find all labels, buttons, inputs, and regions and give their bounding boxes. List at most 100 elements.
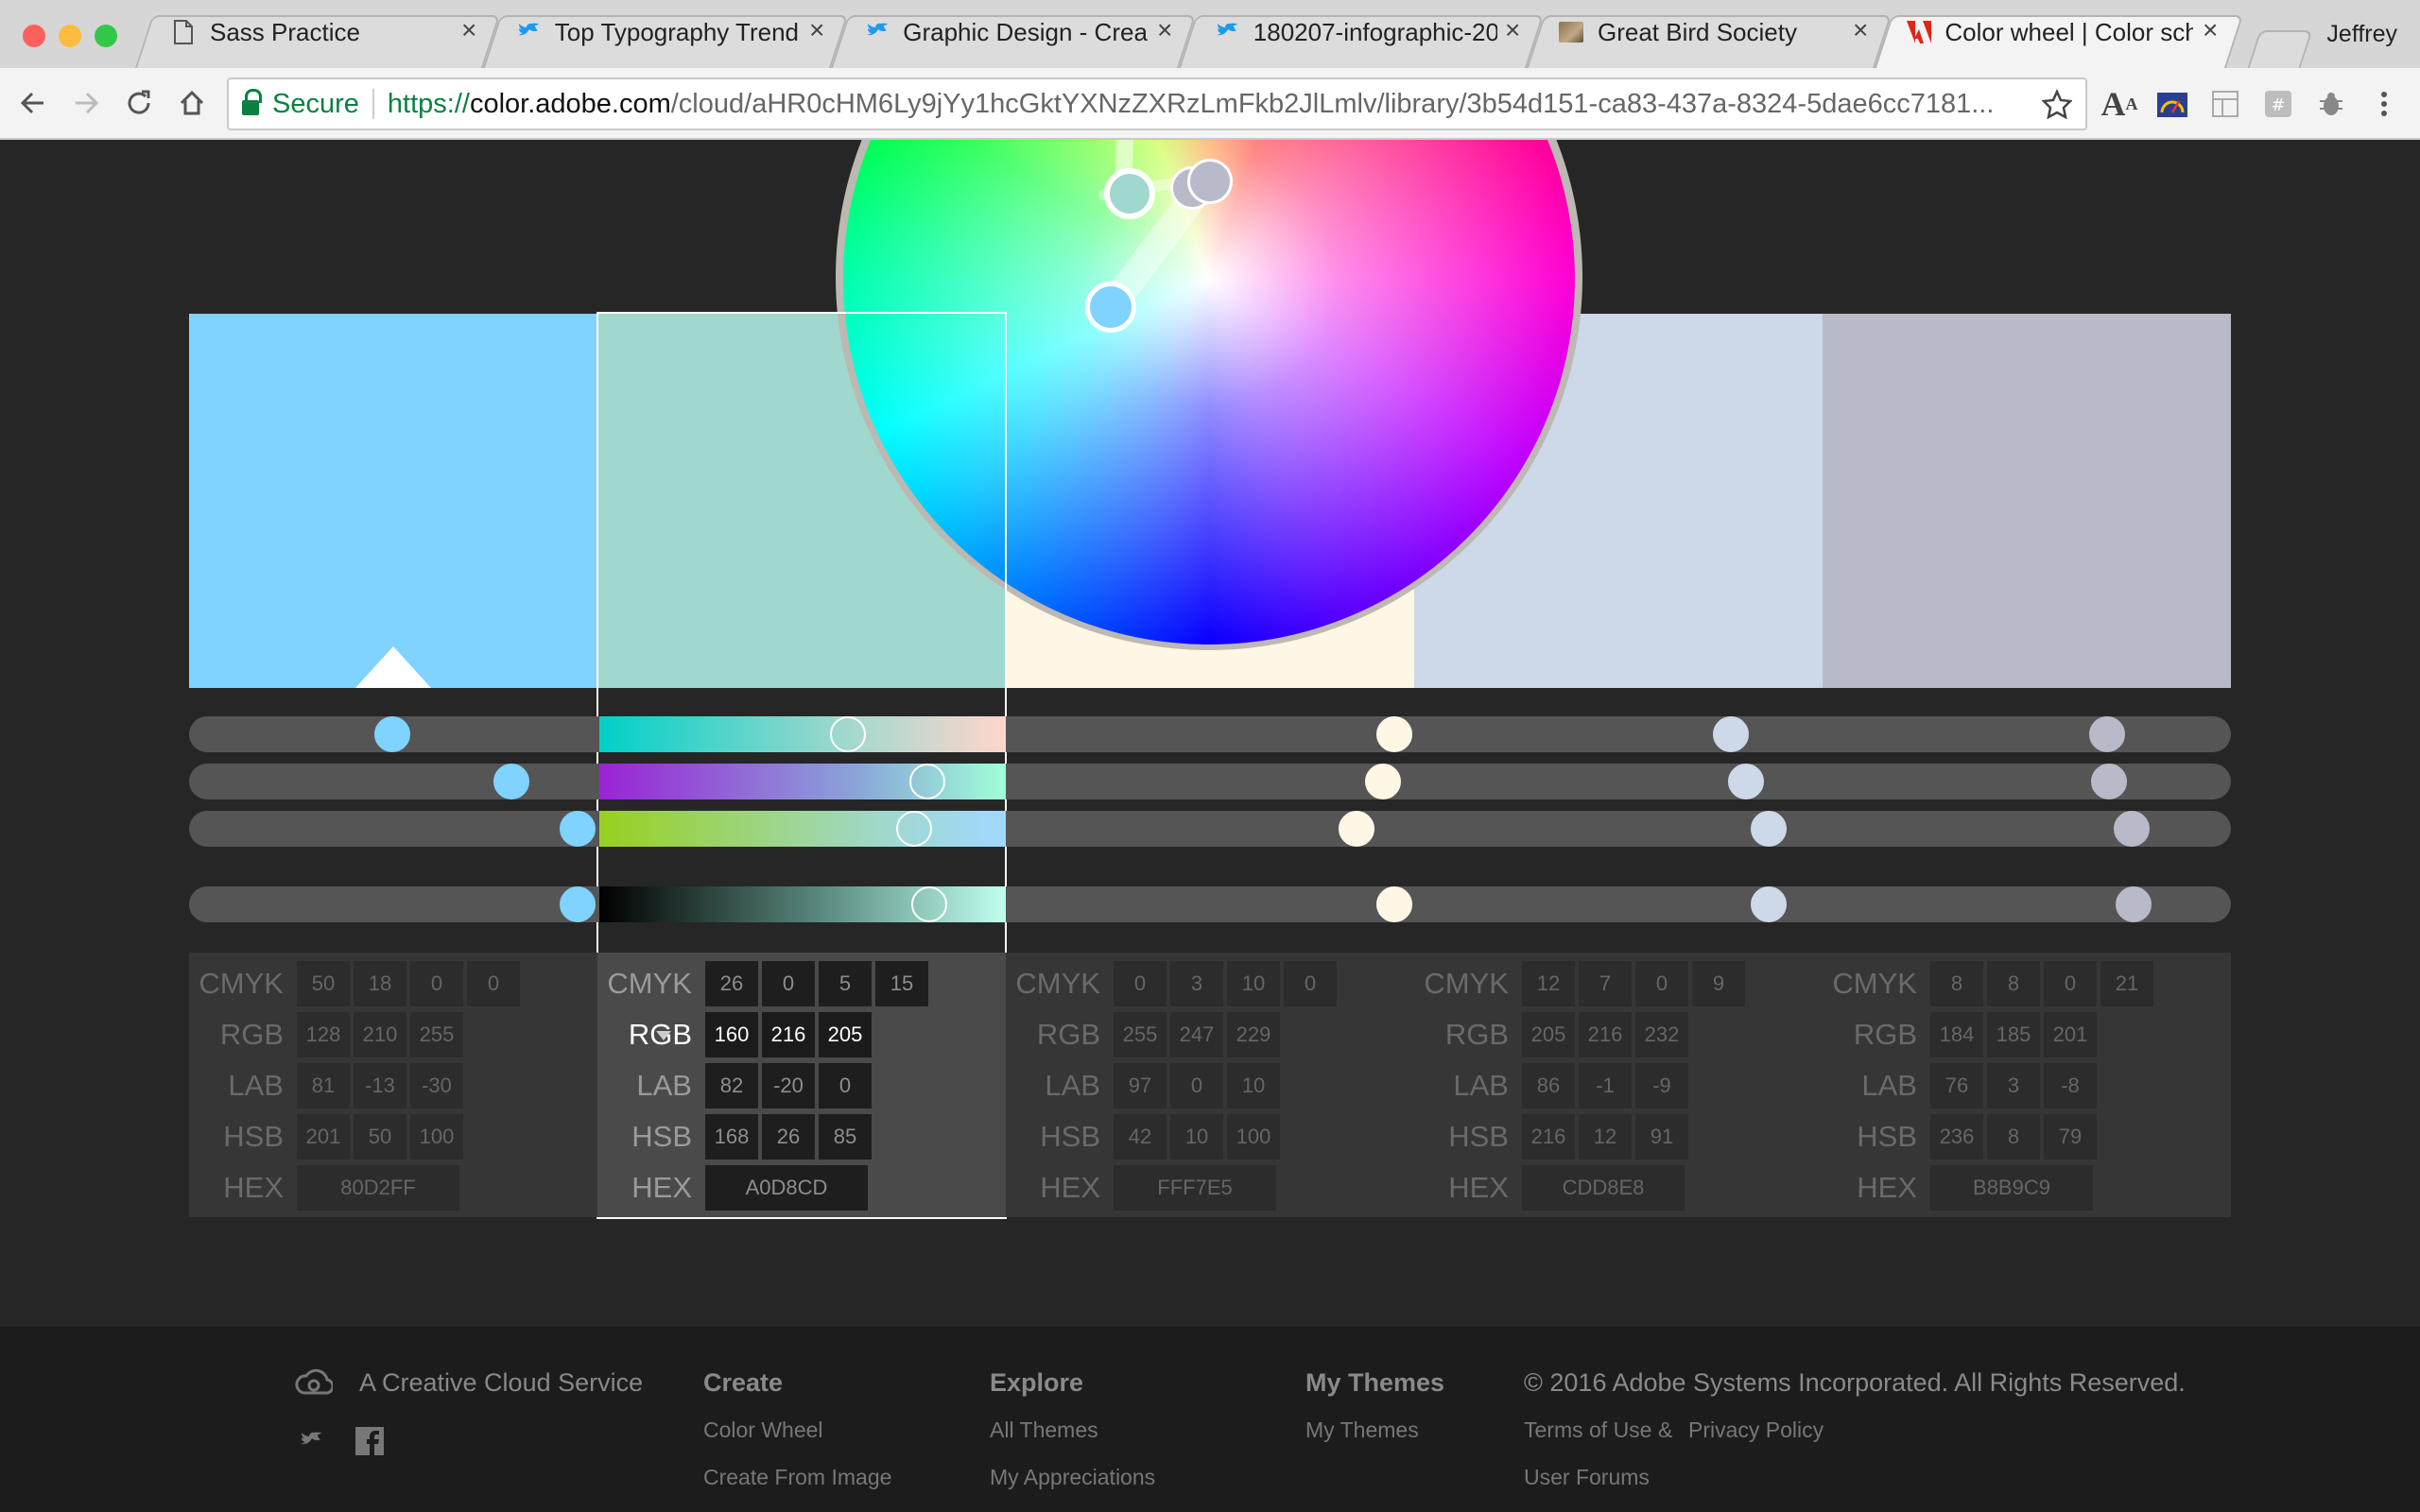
rgb-value[interactable]: 185 (1987, 1012, 2040, 1057)
lab-value[interactable]: 97 (1114, 1063, 1167, 1108)
dial-extension-icon[interactable] (2153, 85, 2191, 123)
wheel-handle-base[interactable] (1085, 282, 1136, 333)
rgb-value[interactable]: 160 (705, 1012, 758, 1057)
hex-value[interactable]: 80D2FF (297, 1165, 459, 1211)
hsb-value[interactable]: 236 (1930, 1114, 1983, 1160)
tab-color-wheel[interactable]: Color wheel | Color sch (1906, 13, 2193, 51)
rgb-value[interactable]: 255 (410, 1012, 463, 1057)
rgb-label[interactable]: RGB (597, 1018, 705, 1052)
rgb-value[interactable]: 216 (762, 1012, 815, 1057)
cmyk-value[interactable]: 0 (1635, 961, 1688, 1006)
lab-value[interactable]: -20 (762, 1063, 815, 1108)
font-extension-icon[interactable]: AA (2100, 85, 2138, 123)
cmyk-value[interactable]: 50 (297, 961, 350, 1006)
twitter-icon[interactable] (299, 1431, 323, 1456)
tab-graphic-design[interactable]: Graphic Design - Creat (864, 13, 1148, 51)
cmyk-value[interactable]: 18 (354, 961, 406, 1006)
footer-link-my-appreciations[interactable]: My Appreciations (990, 1465, 1155, 1490)
hex-value[interactable]: A0D8CD (705, 1165, 868, 1211)
footer-link-user-forums[interactable]: User Forums (1524, 1465, 1650, 1490)
cmyk-value[interactable]: 8 (1987, 961, 2040, 1006)
cmyk-value[interactable]: 21 (2100, 961, 2153, 1006)
reload-icon[interactable] (117, 81, 161, 125)
slider-knob[interactable] (1751, 886, 1787, 922)
close-tab-icon[interactable]: × (809, 15, 824, 45)
slider-track[interactable] (189, 886, 2231, 922)
rgb-value[interactable]: 201 (2044, 1012, 2097, 1057)
cmyk-value[interactable]: 0 (410, 961, 463, 1006)
cmyk-value[interactable]: 3 (1170, 961, 1223, 1006)
close-tab-icon[interactable]: × (1505, 15, 1520, 45)
lab-value[interactable]: 3 (1987, 1063, 2040, 1108)
slider-knob[interactable] (911, 886, 947, 922)
close-tab-icon[interactable]: × (1157, 15, 1172, 45)
cmyk-value[interactable]: 10 (1227, 961, 1280, 1006)
hsb-value[interactable]: 168 (705, 1114, 758, 1160)
lab-value[interactable]: 76 (1930, 1063, 1983, 1108)
slider-knob[interactable] (1713, 716, 1749, 752)
rgb-value[interactable]: 216 (1579, 1012, 1632, 1057)
rgb-value[interactable]: 128 (297, 1012, 350, 1057)
footer-link-color-wheel[interactable]: Color Wheel (703, 1418, 823, 1443)
lab-value[interactable]: -13 (354, 1063, 406, 1108)
home-icon[interactable] (170, 81, 214, 125)
window-minimize-button[interactable] (59, 25, 81, 47)
window-close-button[interactable] (23, 25, 45, 47)
layout-extension-icon[interactable] (2206, 85, 2244, 123)
footer-link-all-themes[interactable]: All Themes (990, 1418, 1098, 1443)
window-zoom-button[interactable] (95, 25, 117, 47)
hsb-value[interactable]: 100 (1227, 1114, 1280, 1160)
footer-link-create-from-image[interactable]: Create From Image (703, 1465, 891, 1490)
lab-value[interactable]: -8 (2044, 1063, 2097, 1108)
tab-typography-trends[interactable]: Top Typography Trends (516, 13, 800, 51)
slider-knob[interactable] (1339, 811, 1374, 847)
cmyk-value[interactable]: 5 (819, 961, 872, 1006)
slider-knob[interactable] (374, 716, 410, 752)
hsb-value[interactable]: 26 (762, 1114, 815, 1160)
tab-great-bird-society[interactable]: Great Bird Society (1558, 13, 1841, 51)
hsb-value[interactable]: 85 (819, 1114, 872, 1160)
slider-knob[interactable] (896, 811, 932, 847)
rgb-value[interactable]: 205 (1522, 1012, 1575, 1057)
cmyk-value[interactable]: 12 (1522, 961, 1575, 1006)
hex-value[interactable]: FFF7E5 (1114, 1165, 1276, 1211)
hue-slider[interactable] (599, 716, 1006, 752)
rgb-value[interactable]: 229 (1227, 1012, 1280, 1057)
facebook-icon[interactable] (355, 1427, 384, 1455)
cmyk-value[interactable]: 26 (705, 961, 758, 1006)
address-bar[interactable]: Secure https:// color.adobe.com /cloud/a… (227, 77, 2087, 130)
cmyk-value[interactable]: 0 (762, 961, 815, 1006)
rgb-label[interactable]: RGB (189, 1018, 297, 1052)
slider-knob[interactable] (2089, 716, 2125, 752)
cmyk-value[interactable]: 0 (1114, 961, 1167, 1006)
footer-link-terms[interactable]: Terms of Use (1524, 1418, 1651, 1443)
lab-value[interactable]: -9 (1635, 1063, 1688, 1108)
hex-value[interactable]: B8B9C9 (1930, 1165, 2093, 1211)
rgb-value[interactable]: 210 (354, 1012, 406, 1057)
tab-sass-practice[interactable]: Sass Practice (170, 13, 454, 51)
rgb-value[interactable]: 205 (819, 1012, 872, 1057)
menu-icon[interactable] (2365, 85, 2403, 123)
bug-extension-icon[interactable] (2312, 85, 2350, 123)
slider-knob[interactable] (1376, 716, 1412, 752)
hsb-value[interactable]: 100 (410, 1114, 463, 1160)
slider-knob[interactable] (1376, 886, 1412, 922)
slider-track[interactable] (189, 716, 2231, 752)
rgb-label[interactable]: RGB (1414, 1018, 1522, 1052)
hsb-value[interactable]: 10 (1170, 1114, 1223, 1160)
lab-value[interactable]: -1 (1579, 1063, 1632, 1108)
back-icon[interactable] (11, 81, 55, 125)
slider-knob[interactable] (2091, 764, 2127, 799)
tab-infographic[interactable]: 180207-infographic-20 (1214, 13, 1497, 51)
cmyk-value[interactable]: 7 (1579, 961, 1632, 1006)
rgb-label[interactable]: RGB (1006, 1018, 1114, 1052)
slider-knob[interactable] (909, 764, 945, 799)
slider-knob[interactable] (2114, 811, 2150, 847)
slider-knob[interactable] (1365, 764, 1401, 799)
rgb-value[interactable]: 247 (1170, 1012, 1223, 1057)
cmyk-value[interactable]: 15 (875, 961, 928, 1006)
cmyk-value[interactable]: 8 (1930, 961, 1983, 1006)
slider-track[interactable] (189, 811, 2231, 847)
slider-knob[interactable] (560, 886, 596, 922)
hsb-value[interactable]: 216 (1522, 1114, 1575, 1160)
